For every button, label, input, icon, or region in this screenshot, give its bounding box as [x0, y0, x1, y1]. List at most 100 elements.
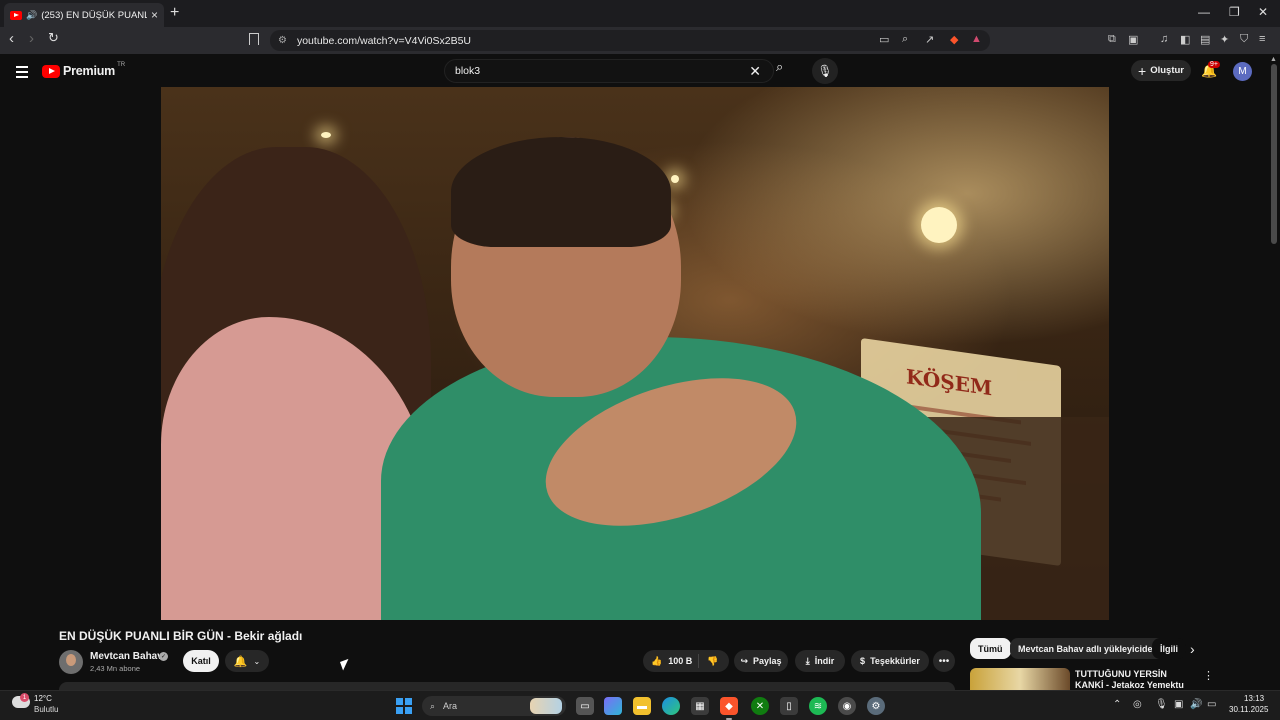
- sidebar-icon[interactable]: ◧: [1180, 33, 1190, 46]
- forward-icon[interactable]: ›: [29, 30, 34, 47]
- url-text: youtube.com/watch?v=V4Vi0Sx2B5U: [296, 34, 472, 47]
- restore-icon[interactable]: ❐: [1229, 5, 1240, 19]
- like-dislike-group: 👍 100 B 👎: [643, 650, 729, 672]
- taskbar-search[interactable]: ⌕ Ara: [422, 696, 566, 716]
- scroll-up-icon[interactable]: ▲: [1270, 56, 1277, 63]
- chip-all[interactable]: Tümü: [970, 638, 1011, 659]
- start-button-icon[interactable]: [396, 698, 412, 714]
- screenshot-icon[interactable]: ▣: [1128, 33, 1138, 46]
- edge-icon[interactable]: [662, 697, 680, 715]
- media-icon[interactable]: ♫: [1160, 33, 1168, 45]
- thumbs-up-icon: 👍: [651, 655, 663, 666]
- share-icon: ↪: [740, 655, 748, 666]
- page-scrollbar[interactable]: ▲: [1268, 54, 1280, 690]
- bell-icon: 🔔: [233, 655, 248, 668]
- chevron-right-icon[interactable]: ›: [1190, 641, 1195, 657]
- channel-avatar[interactable]: [59, 650, 83, 674]
- speaker-icon[interactable]: 🔊: [26, 10, 37, 21]
- video-player[interactable]: KÖŞEM: [161, 87, 1109, 620]
- recommendation-menu-icon[interactable]: ⋮: [1203, 669, 1214, 682]
- search-input[interactable]: blok3 ✕: [444, 59, 774, 83]
- spotify-icon[interactable]: ≋: [809, 697, 827, 715]
- xbox-icon[interactable]: ✕: [751, 697, 769, 715]
- share-page-icon[interactable]: ↗: [925, 33, 934, 46]
- recommendation-thumbnail[interactable]: [970, 668, 1070, 690]
- weather-condition: Bulutlu: [34, 705, 59, 714]
- browser-menu-icon[interactable]: ≡: [1259, 33, 1265, 45]
- back-icon[interactable]: ‹: [9, 30, 14, 47]
- zoom-icon[interactable]: ⌕: [902, 33, 908, 46]
- dislike-button[interactable]: 👎: [699, 656, 718, 667]
- brave-browser-icon[interactable]: ◆: [720, 697, 738, 715]
- youtube-play-icon: [42, 64, 60, 78]
- steam-tray-icon[interactable]: ◎: [1133, 699, 1142, 710]
- brave-rewards-icon[interactable]: ▲: [971, 33, 982, 45]
- extensions-icon[interactable]: ⧉: [1108, 33, 1116, 46]
- chip-related[interactable]: İlgili: [1152, 638, 1186, 659]
- new-tab-icon[interactable]: +: [170, 4, 179, 22]
- wallet-icon[interactable]: ▤: [1200, 33, 1210, 46]
- clock-date[interactable]: 30.11.2025: [1229, 705, 1268, 714]
- settings-gear-icon[interactable]: ⚙: [867, 697, 885, 715]
- search-icon[interactable]: ⌕: [776, 59, 783, 75]
- youtube-premium-logo[interactable]: Premium TR: [42, 62, 126, 78]
- phone-link-icon[interactable]: ▯: [780, 697, 798, 715]
- vpn-icon[interactable]: ⛉: [1240, 33, 1248, 46]
- browser-tab[interactable]: 🔊 (253) EN DÜŞÜK PUANLI BİR ×: [4, 3, 164, 27]
- share-button[interactable]: ↪ Paylaş: [734, 650, 788, 672]
- ceiling-light: [321, 132, 331, 138]
- like-button[interactable]: 👍 100 B: [643, 654, 699, 668]
- share-label: Paylaş: [753, 656, 782, 666]
- youtube-masthead: Premium TR blok3 ✕ ⌕ 🎙 + Oluştur 🔔 9+ M: [0, 54, 1268, 87]
- more-actions-icon[interactable]: •••: [933, 650, 955, 672]
- menu-board-title: KÖŞEM: [906, 364, 993, 401]
- scrollbar-thumb[interactable]: [1271, 64, 1277, 244]
- battery-icon[interactable]: ▭: [1207, 699, 1216, 710]
- download-button[interactable]: ⤓ İndir: [795, 650, 845, 672]
- bookmark-icon[interactable]: [249, 33, 259, 45]
- leo-ai-icon[interactable]: ✦: [1220, 33, 1229, 46]
- cast-icon[interactable]: ▭: [879, 33, 889, 46]
- like-count: 100 B: [668, 656, 693, 666]
- channel-name[interactable]: Mevtcan Bahav: [90, 651, 163, 662]
- account-avatar[interactable]: M: [1233, 62, 1252, 81]
- site-info-icon[interactable]: ⚙: [278, 35, 287, 46]
- recommendation-title[interactable]: TUTTUĞUNU YERSİN KANKİ - Jetakoz Yemektu: [1075, 669, 1195, 690]
- plus-icon: +: [1138, 62, 1147, 79]
- voice-search-icon[interactable]: 🎙: [812, 58, 838, 84]
- volume-icon[interactable]: 🔊: [1190, 699, 1202, 710]
- lamp-light: [921, 207, 957, 243]
- reload-icon[interactable]: ↻: [48, 30, 59, 46]
- country-code: TR: [117, 62, 126, 68]
- create-label: Oluştur: [1150, 65, 1184, 76]
- clock-time[interactable]: 13:13: [1244, 694, 1264, 703]
- minimize-icon[interactable]: —: [1198, 5, 1210, 19]
- thanks-button[interactable]: $ Teşekkürler: [851, 650, 929, 672]
- download-label: İndir: [814, 656, 835, 666]
- file-explorer-icon[interactable]: ▬: [633, 697, 651, 715]
- close-tab-icon[interactable]: ×: [151, 8, 158, 22]
- temperature: 12°C: [34, 694, 52, 703]
- join-button[interactable]: Katıl: [183, 650, 219, 672]
- windows-taskbar: 1 12°C Bulutlu ⌕ Ara ▭ ▬ ▦ ◆ ✕ ▯ ≋ ◉ ⚙ ⌃…: [0, 690, 1280, 720]
- brave-shields-icon[interactable]: ◆: [950, 33, 958, 46]
- create-button[interactable]: + Oluştur: [1131, 60, 1191, 81]
- steam-icon[interactable]: ◉: [838, 697, 856, 715]
- store-icon[interactable]: ▦: [691, 697, 709, 715]
- logo-text: Premium: [63, 64, 116, 78]
- tab-title: (253) EN DÜŞÜK PUANLI BİR: [41, 9, 147, 21]
- copilot-icon[interactable]: [604, 697, 622, 715]
- video-title: EN DÜŞÜK PUANLI BİR GÜN - Bekir ağladı: [59, 629, 303, 643]
- mouse-cursor-icon: [340, 658, 352, 671]
- description-box[interactable]: [59, 682, 955, 690]
- chip-from-uploader[interactable]: Mevtcan Bahav adlı yükleyiciden: [1010, 638, 1167, 659]
- subscribed-notifications-button[interactable]: 🔔 ⌄: [225, 650, 269, 672]
- clear-search-icon[interactable]: ✕: [749, 63, 761, 80]
- task-view-icon[interactable]: ▭: [576, 697, 594, 715]
- youtube-favicon-icon: [10, 10, 22, 20]
- show-hidden-icons-icon[interactable]: ⌃: [1113, 699, 1121, 710]
- close-window-icon[interactable]: ✕: [1258, 5, 1268, 19]
- hamburger-menu-icon[interactable]: [16, 66, 28, 81]
- microphone-icon[interactable]: 🎙: [1155, 699, 1168, 710]
- network-icon[interactable]: ▣: [1174, 699, 1183, 710]
